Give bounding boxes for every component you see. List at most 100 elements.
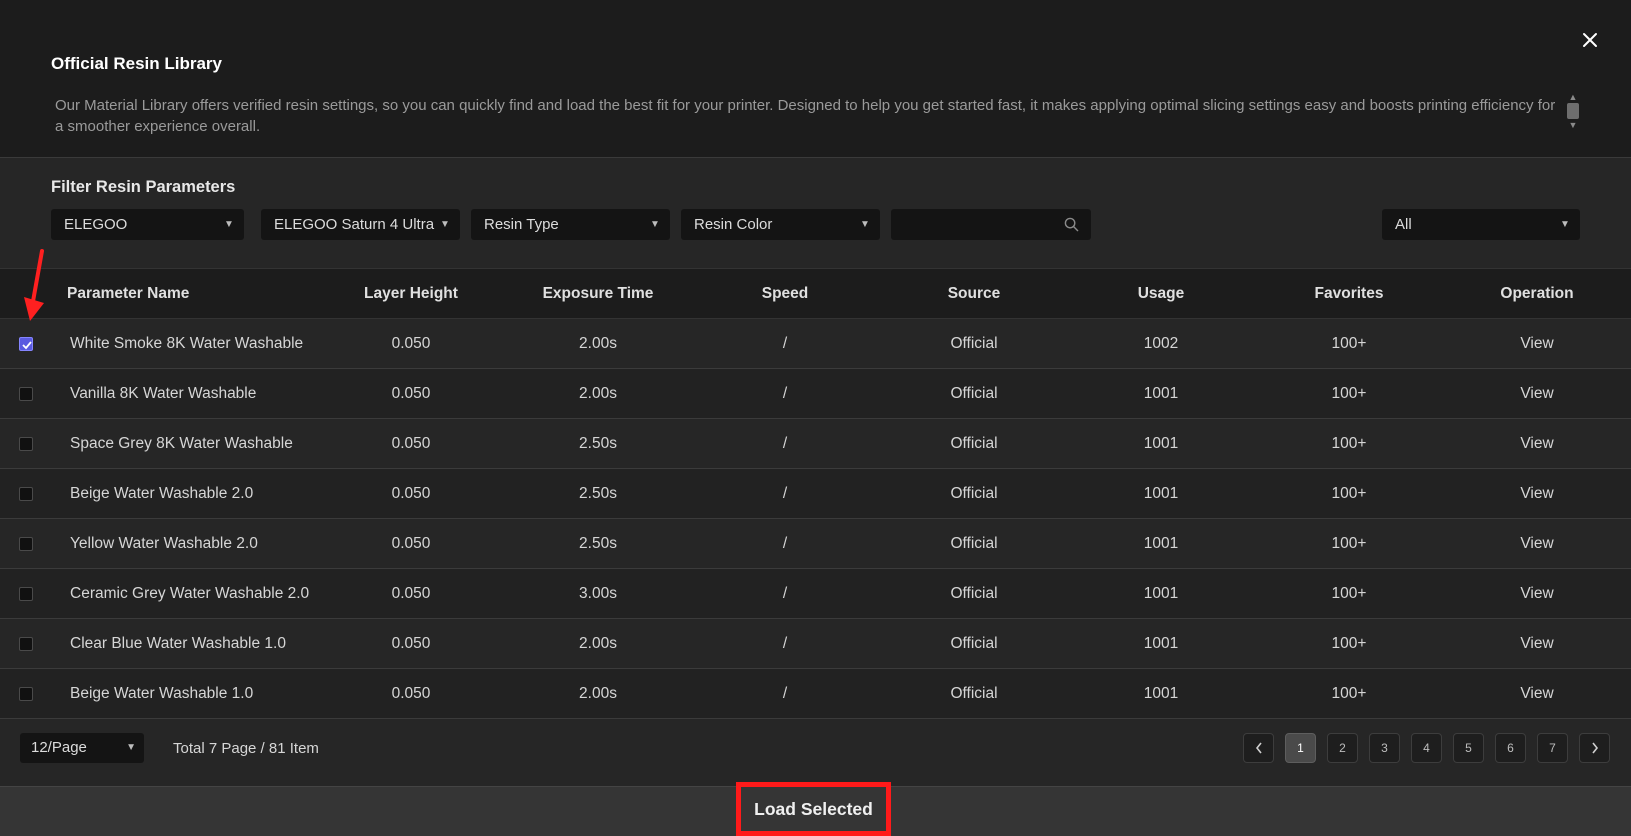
chevron-down-icon: ▼ — [1560, 219, 1570, 230]
cell-layer-height: 0.050 — [391, 335, 431, 352]
header-exposure-time: Exposure Time — [542, 285, 654, 302]
cell-usage: 1001 — [1143, 535, 1179, 552]
cell-exposure: 2.00s — [579, 635, 617, 652]
view-link[interactable]: View — [1520, 485, 1553, 503]
resin-type-select[interactable]: Resin Type ▼ — [471, 209, 670, 240]
table-row: Ceramic Grey Water Washable 2.0 0.050 3.00… — [0, 569, 1631, 619]
page-button[interactable]: 5 — [1453, 733, 1484, 763]
cell-parameter-name: Ceramic Grey Water Washable 2.0 — [70, 585, 310, 602]
pagination-total: Total 7 Page / 81 Item — [173, 740, 319, 757]
row-checkbox[interactable] — [19, 587, 33, 601]
cell-speed: / — [782, 435, 788, 452]
cell-speed: / — [782, 585, 788, 602]
cell-exposure: 3.00s — [579, 585, 617, 602]
search-icon[interactable] — [1064, 217, 1079, 232]
page-button[interactable]: 4 — [1411, 733, 1442, 763]
cell-parameter-name: Space Grey 8K Water Washable — [70, 435, 293, 452]
row-checkbox[interactable] — [19, 387, 33, 401]
cell-usage: 1001 — [1143, 385, 1179, 402]
checkmark-icon — [22, 341, 32, 350]
resin-color-select-value: Resin Color — [694, 216, 773, 233]
chevron-down-icon: ▼ — [224, 219, 234, 230]
cell-exposure: 2.00s — [579, 685, 617, 702]
table-row: Beige Water Washable 1.0 0.050 2.00s / Offic… — [0, 669, 1631, 719]
close-icon[interactable] — [1578, 28, 1602, 52]
next-page-button[interactable] — [1579, 733, 1610, 763]
printer-select[interactable]: ELEGOO Saturn 4 Ultra ▼ — [261, 209, 460, 240]
page-button[interactable]: 1 — [1285, 733, 1316, 763]
prev-page-button[interactable] — [1243, 733, 1274, 763]
scroll-down-icon[interactable]: ▼ — [1566, 121, 1580, 130]
cell-layer-height: 0.050 — [391, 635, 431, 652]
view-link[interactable]: View — [1520, 335, 1553, 353]
cell-parameter-name: Vanilla 8K Water Washable — [70, 385, 257, 402]
annotation-arrow-icon — [24, 249, 44, 321]
cell-favorites: 100+ — [1331, 485, 1367, 502]
cell-exposure: 2.50s — [579, 435, 617, 452]
row-checkbox[interactable] — [19, 537, 33, 551]
cell-speed: / — [782, 535, 788, 552]
row-checkbox[interactable] — [19, 337, 33, 351]
cell-speed: / — [782, 635, 788, 652]
cell-layer-height: 0.050 — [391, 485, 431, 502]
view-link[interactable]: View — [1520, 435, 1553, 453]
cell-layer-height: 0.050 — [391, 535, 431, 552]
cell-source: Official — [950, 635, 998, 652]
resin-type-select-value: Resin Type — [484, 216, 559, 233]
row-checkbox[interactable] — [19, 437, 33, 451]
row-checkbox[interactable] — [19, 687, 33, 701]
table-row: Vanilla 8K Water Washable 0.050 2.00s / Offi… — [0, 369, 1631, 419]
search-box — [891, 209, 1091, 240]
scroll-thumb[interactable] — [1567, 103, 1579, 119]
chevron-down-icon: ▼ — [650, 219, 660, 230]
page-size-value: 12/Page — [31, 739, 87, 756]
page-button[interactable]: 7 — [1537, 733, 1568, 763]
view-link[interactable]: View — [1520, 685, 1553, 703]
row-checkbox[interactable] — [19, 487, 33, 501]
scroll-up-icon[interactable]: ▲ — [1566, 93, 1580, 102]
chevron-down-icon: ▼ — [860, 219, 870, 230]
cell-usage: 1001 — [1143, 635, 1179, 652]
dialog-title: Official Resin Library — [51, 54, 222, 73]
cell-favorites: 100+ — [1331, 635, 1367, 652]
cell-speed: / — [782, 485, 788, 502]
cell-usage: 1001 — [1143, 685, 1179, 702]
printer-select-value: ELEGOO Saturn 4 Ultra — [274, 216, 435, 233]
table-row: Space Grey 8K Water Washable 0.050 2.50s / O… — [0, 419, 1631, 469]
cell-source: Official — [950, 535, 998, 552]
filter-title: Filter Resin Parameters — [51, 178, 236, 196]
page-button[interactable]: 2 — [1327, 733, 1358, 763]
description-scrollbar[interactable]: ▲ ▼ — [1566, 93, 1580, 133]
table-row: Beige Water Washable 2.0 0.050 2.50s / Offic… — [0, 469, 1631, 519]
cell-parameter-name: Yellow Water Washable 2.0 — [70, 535, 258, 552]
view-link[interactable]: View — [1520, 535, 1553, 553]
cell-source: Official — [950, 585, 998, 602]
cell-source: Official — [950, 485, 998, 502]
load-selected-button[interactable]: Load Selected — [736, 782, 891, 836]
page-button[interactable]: 3 — [1369, 733, 1400, 763]
dialog-description: Our Material Library offers verified res… — [55, 97, 1556, 135]
scope-select[interactable]: All ▼ — [1382, 209, 1580, 240]
cell-layer-height: 0.050 — [391, 435, 431, 452]
cell-favorites: 100+ — [1331, 435, 1367, 452]
view-link[interactable]: View — [1520, 585, 1553, 603]
page-size-select[interactable]: 12/Page ▼ — [20, 733, 144, 763]
view-link[interactable]: View — [1520, 385, 1553, 403]
cell-favorites: 100+ — [1331, 535, 1367, 552]
search-input[interactable] — [891, 209, 1051, 240]
row-checkbox[interactable] — [19, 637, 33, 651]
view-link[interactable]: View — [1520, 635, 1553, 653]
cell-layer-height: 0.050 — [391, 385, 431, 402]
chevron-left-icon — [1255, 742, 1262, 754]
resin-color-select[interactable]: Resin Color ▼ — [681, 209, 880, 240]
cell-favorites: 100+ — [1331, 685, 1367, 702]
table-header: Parameter Name Layer Height Exposure Tim… — [0, 268, 1631, 319]
cell-exposure: 2.00s — [579, 335, 617, 352]
chevron-down-icon: ▼ — [126, 742, 136, 753]
filter-panel: Filter Resin Parameters ELEGOO ▼ ELEGOO … — [0, 158, 1631, 268]
cell-source: Official — [950, 685, 998, 702]
page-button[interactable]: 6 — [1495, 733, 1526, 763]
cell-usage: 1001 — [1143, 435, 1179, 452]
header-layer-height: Layer Height — [364, 285, 458, 302]
brand-select[interactable]: ELEGOO ▼ — [51, 209, 244, 240]
